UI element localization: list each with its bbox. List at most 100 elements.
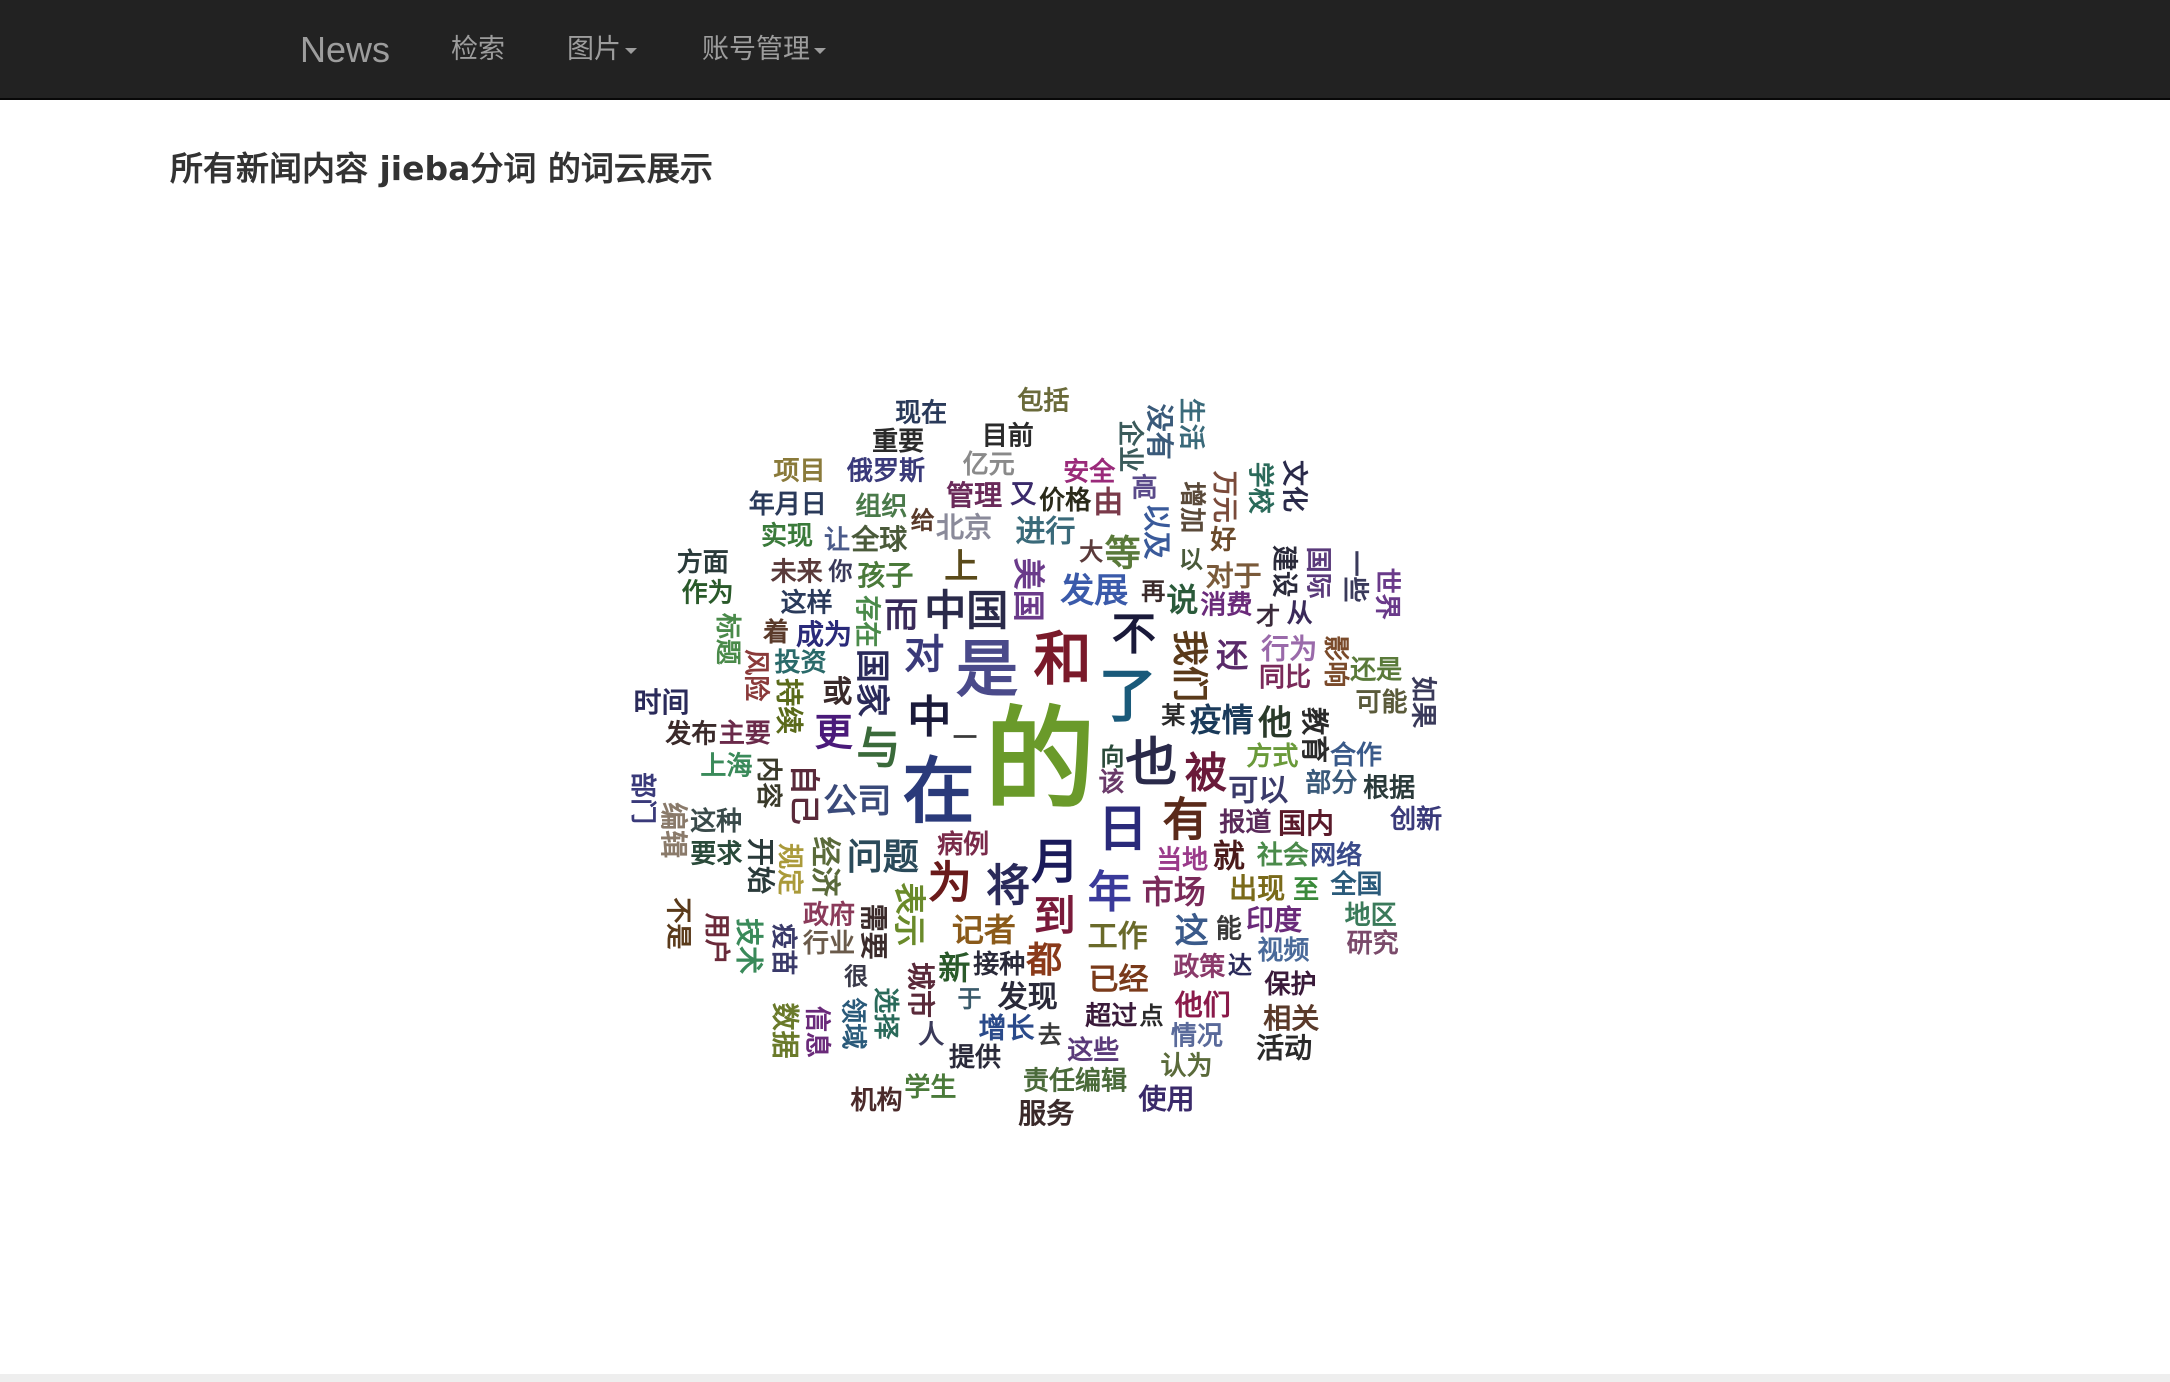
word-cloud-word: 时间: [633, 686, 689, 719]
word-cloud-word: 文化: [1279, 460, 1310, 512]
word-cloud-word: 某: [1161, 701, 1185, 729]
word-cloud-word: 行为: [1260, 633, 1317, 666]
word-cloud-word: 持续: [772, 678, 805, 734]
word-cloud-word: 以及: [1140, 503, 1173, 559]
word-cloud-word: 这: [1175, 912, 1209, 952]
word-cloud-word: 标题: [712, 613, 742, 665]
word-cloud-word: 记者: [952, 911, 1016, 949]
word-cloud-word: 超过: [1085, 1001, 1137, 1031]
word-cloud-word: 达: [1228, 952, 1252, 980]
word-cloud-word: 这样: [781, 587, 833, 618]
word-cloud-word: 提供: [949, 1043, 1001, 1073]
word-cloud-word: 全球: [850, 523, 908, 556]
word-cloud-word: 是: [956, 633, 1018, 706]
word-cloud-word: 国家: [851, 649, 891, 717]
page-bottom-edge: [0, 1374, 2170, 1382]
word-cloud-word: 领域: [837, 997, 868, 1049]
word-cloud-word: 年月日: [749, 489, 827, 520]
word-cloud-word: 在: [903, 750, 975, 834]
word-cloud-word: 教育: [1298, 707, 1331, 763]
word-cloud-word: 国际: [1303, 547, 1333, 599]
word-cloud-word: 国内: [1278, 807, 1334, 840]
word-cloud-word: 你: [828, 558, 853, 586]
word-cloud-word: 很: [844, 962, 868, 990]
word-cloud-word: 北京: [936, 511, 992, 544]
word-cloud-word: 行业: [802, 928, 855, 959]
word-cloud-word: 年: [1088, 867, 1132, 918]
word-cloud-word: 规定: [774, 843, 805, 895]
word-cloud-word: 问题: [847, 837, 919, 878]
word-cloud-word: 人: [918, 1020, 944, 1050]
word-cloud-word: 一些: [1339, 551, 1369, 603]
word-cloud-word: 投资: [774, 648, 826, 678]
word-cloud-word: 方面: [677, 547, 729, 578]
word-cloud-word: 活动: [1256, 1031, 1312, 1064]
word-cloud-word: 进行: [1016, 514, 1076, 549]
word-cloud-word: 编辑: [657, 802, 690, 858]
word-cloud-word: 孩子: [857, 559, 913, 592]
word-cloud-word: 于: [958, 985, 982, 1013]
word-cloud-word: 消费: [1200, 590, 1252, 620]
word-cloud-word: 创新: [1389, 804, 1442, 835]
word-cloud-word: 保护: [1263, 970, 1316, 1000]
word-cloud-word: 和: [1034, 625, 1092, 693]
word-cloud-word: 俄罗斯: [846, 456, 925, 486]
word-cloud-word: 为: [928, 858, 972, 909]
word-cloud-word: 视频: [1257, 936, 1309, 966]
word-cloud: 的在是 和了也日月 中将 有年 为 与对 不被到 中国我们问题 公司 国家 发展市场 美国疫情记者表示…: [627, 385, 1442, 1130]
word-cloud-word: 都: [1025, 940, 1062, 981]
word-cloud-word: 将: [986, 861, 1030, 912]
word-cloud-word: 至: [1293, 876, 1319, 906]
word-cloud-word: 安全: [1063, 456, 1116, 487]
word-cloud-word: 主要: [719, 719, 771, 749]
word-cloud-word: 公司: [823, 782, 891, 822]
word-cloud-word: 这些: [1067, 1035, 1119, 1066]
word-cloud-word: 项目: [774, 457, 826, 487]
word-cloud-word: 如果: [1407, 676, 1437, 728]
word-cloud-word: 接种: [973, 950, 1025, 980]
word-cloud-word: 部分: [1305, 769, 1357, 799]
word-cloud-word: 使用: [1137, 1082, 1194, 1115]
word-cloud-word: 不是: [663, 897, 693, 949]
word-cloud-word: 与: [856, 723, 900, 774]
word-cloud-word: 万元: [1209, 471, 1239, 523]
word-cloud-word: 或: [822, 675, 852, 710]
word-cloud-word: 没有: [1143, 404, 1176, 460]
word-cloud-word: 工作: [1088, 919, 1148, 954]
word-cloud-word: 从: [1287, 599, 1313, 629]
word-cloud-word: 就: [1213, 837, 1245, 875]
word-cloud-word: 现在: [895, 398, 947, 428]
word-cloud-word: 组织: [855, 491, 907, 522]
word-cloud-word: 才: [1256, 603, 1280, 631]
word-cloud-word: 被: [1185, 748, 1227, 797]
word-cloud-word: 全国: [1330, 869, 1383, 900]
word-cloud-word: 合作: [1330, 740, 1382, 771]
word-cloud-word: 也: [1125, 733, 1177, 793]
word-cloud-word: 管理: [946, 479, 1002, 512]
word-cloud-word: 月: [1031, 834, 1079, 890]
word-cloud-word: 经济: [807, 836, 842, 897]
word-cloud-word: 学生: [904, 1072, 956, 1103]
word-cloud-word: 方式: [1246, 741, 1298, 772]
word-cloud-word: 印度: [1246, 903, 1302, 936]
word-cloud-word: 再: [1141, 578, 1165, 606]
word-cloud-word: 表示: [890, 883, 928, 947]
word-cloud-word: 点: [1139, 1002, 1163, 1030]
word-cloud-word: 社会: [1257, 840, 1309, 871]
word-cloud-word: 选择: [870, 987, 900, 1040]
word-cloud-word: 到: [1034, 892, 1076, 941]
word-cloud-word: 企业: [1114, 420, 1145, 472]
word-cloud-word: 重要: [872, 427, 924, 457]
word-cloud-word: 能: [1216, 914, 1242, 945]
word-cloud-word: 责任编辑: [1023, 1066, 1127, 1097]
word-cloud-word: 又: [1010, 480, 1037, 510]
word-cloud-word: 生活: [1175, 398, 1205, 450]
word-cloud-word: 更: [815, 711, 854, 755]
word-cloud-word: 服务: [1018, 1097, 1074, 1130]
word-cloud-word: 美国: [1010, 558, 1048, 622]
word-cloud-word: 疫苗: [768, 923, 799, 975]
word-cloud-word: 技术: [732, 918, 765, 974]
word-cloud-word: 城市: [904, 962, 937, 1018]
word-cloud-word: 同比: [1259, 663, 1311, 693]
word-cloud-word: 亿元: [963, 450, 1015, 480]
